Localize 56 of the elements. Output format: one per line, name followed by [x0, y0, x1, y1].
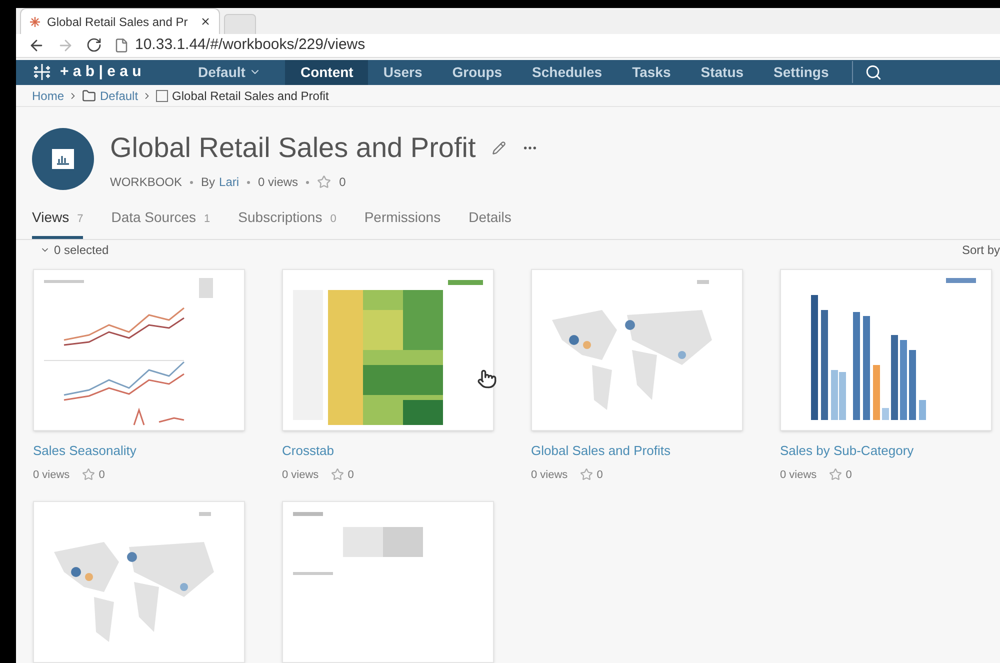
favorite-count: 0 [339, 174, 346, 192]
favorite-count: 0 [846, 468, 852, 482]
nav-item[interactable]: Settings [758, 60, 844, 85]
view-count: 0 views [531, 468, 568, 482]
item-type: WORKBOOK [110, 174, 182, 192]
nav-item[interactable]: Users [368, 60, 438, 85]
nav-item[interactable]: Content [285, 60, 368, 85]
selection-menu[interactable]: 0 selected [40, 240, 109, 259]
favorite-count: 0 [98, 468, 105, 482]
page-icon [114, 38, 129, 53]
close-icon[interactable] [200, 16, 211, 27]
owner-label: By [201, 174, 216, 192]
tableau-logo-icon [32, 62, 52, 82]
content-tab[interactable]: Views 7 [32, 207, 84, 240]
content-tab[interactable]: Permissions [364, 207, 441, 240]
view-title[interactable]: Crosstab [282, 441, 531, 460]
view-title[interactable]: Global Sales and Profits [531, 441, 780, 460]
breadcrumb-link[interactable]: Global Retail Sales and Profit [172, 86, 329, 105]
star-icon[interactable] [580, 468, 593, 482]
favorite-count: 0 [348, 468, 354, 482]
breadcrumb-link[interactable]: Default [100, 86, 138, 105]
star-icon[interactable] [330, 468, 344, 482]
view-count: 0 views [780, 468, 817, 482]
workbook-icon [156, 90, 168, 102]
breadcrumb-link[interactable]: Home [32, 86, 64, 105]
hand-cursor-icon [477, 369, 497, 389]
view-title[interactable]: Sales by Sub-Category [780, 441, 1000, 460]
star-icon[interactable] [82, 468, 95, 482]
url: 10.33.1.44/#/workbooks/229/views [135, 35, 366, 55]
view-count: 0 views [282, 468, 319, 482]
sort-menu[interactable]: Sort by [962, 240, 1000, 259]
content-tab[interactable]: Subscriptions 0 [238, 207, 336, 240]
logo[interactable]: + a b | e a u [60, 61, 142, 84]
nav-item[interactable]: Schedules [517, 60, 618, 85]
view-title[interactable]: Sales Seasonality [33, 441, 282, 460]
owner-link[interactable]: Lari [219, 173, 240, 192]
star-icon[interactable] [828, 468, 842, 482]
browser-tab[interactable]: Global Retail Sales and Pr [20, 8, 220, 34]
tableau-logo-icon [29, 16, 41, 28]
content-tab[interactable]: Data Sources 1 [111, 207, 210, 240]
view-count: 0 views [258, 174, 298, 192]
favorite-count: 0 [596, 468, 603, 482]
content-tab[interactable]: Details [468, 207, 512, 240]
search-icon[interactable] [864, 64, 882, 81]
nav-item[interactable]: Status [686, 60, 759, 85]
nav-item[interactable]: Tasks [617, 60, 686, 85]
site-menu[interactable]: Default [186, 62, 274, 83]
workbook-title: Global Retail Sales and Profit [110, 131, 476, 166]
reload-icon[interactable] [86, 37, 102, 54]
star-icon[interactable] [317, 175, 332, 190]
folder-icon [82, 88, 96, 103]
nav-item[interactable]: Groups [437, 60, 518, 85]
new-tab-button[interactable] [224, 14, 256, 34]
view-count: 0 views [33, 468, 70, 482]
edit-icon[interactable] [492, 141, 506, 156]
tab-title: Global Retail Sales and Pr [47, 14, 189, 30]
